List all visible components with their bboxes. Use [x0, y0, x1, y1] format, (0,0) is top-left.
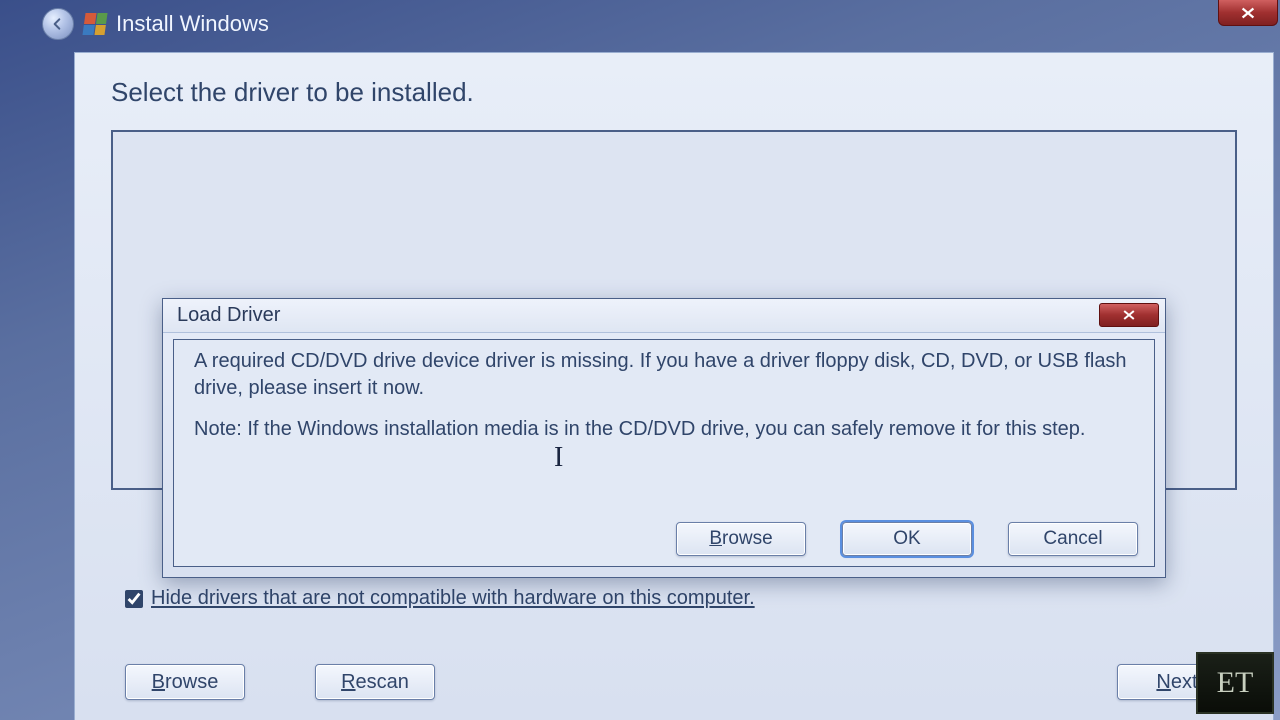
dialog-browse-button[interactable]: Browse: [676, 522, 806, 556]
load-driver-dialog: Load Driver A required CD/DVD drive devi…: [162, 298, 1166, 578]
close-icon: [1239, 6, 1257, 20]
page-heading: Select the driver to be installed.: [111, 77, 1237, 108]
dialog-button-row: Browse OK Cancel: [676, 522, 1138, 556]
et-watermark: ET: [1196, 652, 1274, 714]
rescan-button[interactable]: Rescan: [315, 664, 435, 700]
dialog-message-line1: A required CD/DVD drive device driver is…: [194, 348, 1138, 402]
dialog-message-line2: Note: If the Windows installation media …: [194, 416, 1138, 443]
window-close-button[interactable]: [1218, 0, 1278, 26]
window-title: Install Windows: [116, 11, 269, 37]
windows-logo-icon: [82, 13, 107, 35]
dialog-cancel-button[interactable]: Cancel: [1008, 522, 1138, 556]
browse-button[interactable]: Browse: [125, 664, 245, 700]
titlebar: Install Windows: [32, 0, 1280, 48]
dialog-ok-button[interactable]: OK: [842, 522, 972, 556]
back-arrow-icon: [50, 16, 66, 32]
dialog-body: A required CD/DVD drive device driver is…: [173, 339, 1155, 567]
close-icon: [1121, 309, 1137, 321]
dialog-close-button[interactable]: [1099, 303, 1159, 327]
hide-drivers-checkbox[interactable]: [125, 590, 143, 608]
dialog-title-text: Load Driver: [177, 304, 280, 327]
hide-drivers-label[interactable]: Hide drivers that are not compatible wit…: [151, 587, 755, 610]
dialog-message: A required CD/DVD drive device driver is…: [194, 348, 1138, 443]
back-button[interactable]: [42, 8, 74, 40]
hide-drivers-row: Hide drivers that are not compatible wit…: [125, 587, 755, 610]
dialog-titlebar: Load Driver: [163, 299, 1165, 333]
bottom-button-row: Browse Rescan Next: [125, 664, 1237, 700]
